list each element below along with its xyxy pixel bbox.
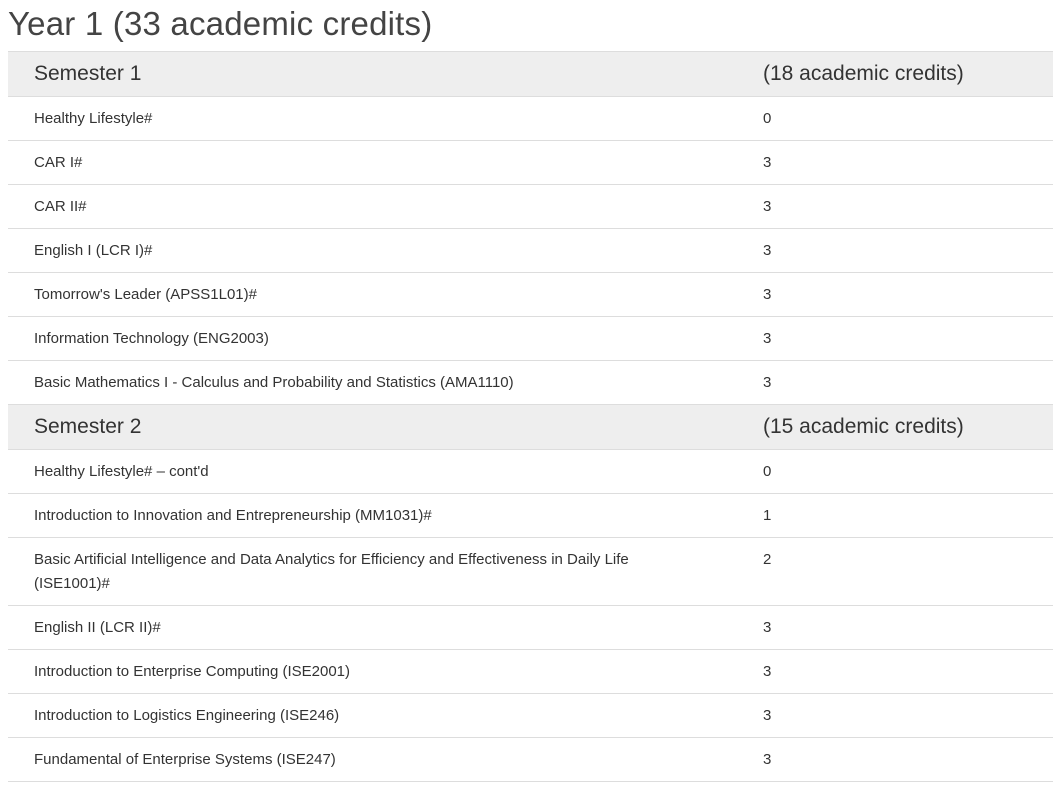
course-credits: 0 [763, 110, 772, 127]
course-name: Information Technology (ENG2003) [34, 330, 269, 347]
course-row: Basic Mathematics I - Calculus and Proba… [8, 361, 1053, 405]
course-row: Fundamental of Enterprise Systems (ISE24… [8, 738, 1053, 782]
course-row: Healthy Lifestyle# – cont'd 0 [8, 450, 1053, 494]
course-name: Fundamental of Enterprise Systems (ISE24… [34, 751, 336, 768]
course-name: Introduction to Innovation and Entrepren… [34, 507, 432, 524]
course-credits: 3 [763, 330, 772, 347]
course-credits: 1 [763, 507, 772, 524]
course-name: Tomorrow's Leader (APSS1L01)# [34, 286, 257, 303]
course-name: Healthy Lifestyle# – cont'd [34, 463, 209, 480]
curriculum-table: Semester 1 (18 academic credits) Healthy… [8, 51, 1053, 782]
course-credits: 2 [763, 551, 772, 568]
course-credits: 3 [763, 286, 772, 303]
course-credits: 3 [763, 663, 772, 680]
course-credits: 3 [763, 751, 772, 768]
course-name: Introduction to Logistics Engineering (I… [34, 707, 340, 724]
semester-header: Semester 1 (18 academic credits) [8, 52, 1053, 97]
course-credits: 3 [763, 707, 772, 724]
semester-header: Semester 2 (15 academic credits) [8, 405, 1053, 450]
course-row: CAR I# 3 [8, 141, 1053, 185]
course-row: CAR II# 3 [8, 185, 1053, 229]
course-row: Tomorrow's Leader (APSS1L01)# 3 [8, 273, 1053, 317]
course-name: CAR II# [34, 198, 87, 215]
course-name: Healthy Lifestyle# [34, 110, 153, 127]
course-name: Introduction to Enterprise Computing (IS… [34, 663, 351, 680]
course-credits: 3 [763, 198, 772, 215]
course-name: Basic Mathematics I - Calculus and Proba… [34, 374, 514, 391]
course-row: English II (LCR II)# 3 [8, 606, 1053, 650]
semester-name: Semester 2 [34, 415, 142, 438]
course-row: English I (LCR I)# 3 [8, 229, 1053, 273]
course-row: Introduction to Innovation and Entrepren… [8, 494, 1053, 538]
semester-credits: (18 academic credits) [763, 62, 964, 85]
course-row: Introduction to Enterprise Computing (IS… [8, 650, 1053, 694]
course-row: Healthy Lifestyle# 0 [8, 97, 1053, 141]
page-title: Year 1 (33 academic credits) [8, 5, 433, 42]
course-row: Introduction to Logistics Engineering (I… [8, 694, 1053, 738]
course-name: CAR I# [34, 154, 83, 171]
course-name: English II (LCR II)# [34, 619, 161, 636]
course-name: Basic Artificial Intelligence and Data A… [34, 551, 629, 592]
course-row: Basic Artificial Intelligence and Data A… [8, 538, 1053, 606]
course-credits: 3 [763, 619, 772, 636]
course-credits: 0 [763, 463, 772, 480]
course-credits: 3 [763, 374, 772, 391]
course-credits: 3 [763, 154, 772, 171]
semester-name: Semester 1 [34, 62, 142, 85]
course-row: Information Technology (ENG2003) 3 [8, 317, 1053, 361]
semester-credits: (15 academic credits) [763, 415, 964, 438]
course-name: English I (LCR I)# [34, 242, 153, 259]
course-credits: 3 [763, 242, 772, 259]
